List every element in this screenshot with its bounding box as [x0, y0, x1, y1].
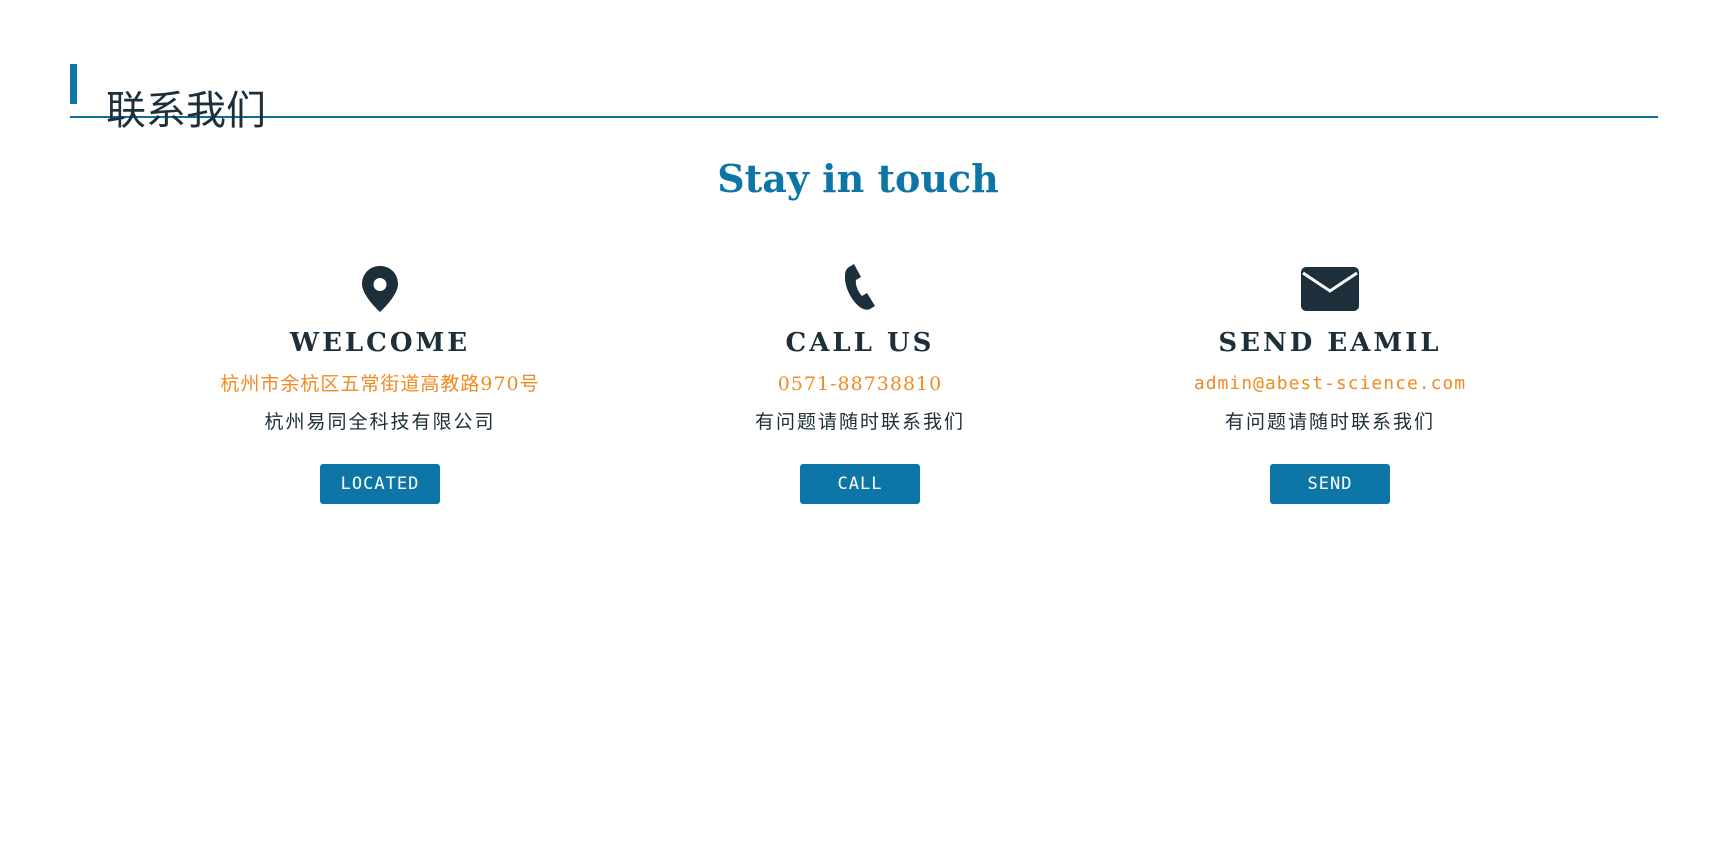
contact-card-phone: CALL US 0571-88738810 有问题请随时联系我们 CALL — [640, 262, 1080, 504]
page-title: 联系我们 — [106, 87, 266, 134]
section-header: 联系我们 — [70, 60, 1658, 134]
contact-card-email: SEND EAMIL admin@abest-science.com 有问题请随… — [1110, 262, 1550, 504]
email-address: admin@abest-science.com — [1193, 373, 1467, 394]
phone-number: 0571-88738810 — [777, 373, 943, 395]
title-accent-bar — [70, 64, 77, 104]
envelope-icon — [1110, 262, 1550, 316]
card-heading: WELCOME — [289, 328, 471, 358]
contact-hint: 有问题请随时联系我们 — [754, 411, 965, 433]
tagline: Stay in touch — [717, 156, 999, 201]
address-text: 杭州市余杭区五常街道高教路970号 — [220, 373, 540, 395]
card-heading: CALL US — [785, 328, 935, 358]
contact-hint: 有问题请随时联系我们 — [1224, 411, 1435, 433]
map-pin-icon — [160, 262, 600, 316]
located-button[interactable]: LOCATED — [320, 464, 440, 504]
company-name: 杭州易同全科技有限公司 — [264, 411, 496, 433]
send-button[interactable]: SEND — [1270, 464, 1390, 504]
call-button[interactable]: CALL — [800, 464, 920, 504]
contact-card-location: WELCOME 杭州市余杭区五常街道高教路970号 杭州易同全科技有限公司 LO… — [160, 262, 600, 504]
phone-icon — [640, 262, 1080, 316]
card-heading: SEND EAMIL — [1218, 328, 1442, 358]
